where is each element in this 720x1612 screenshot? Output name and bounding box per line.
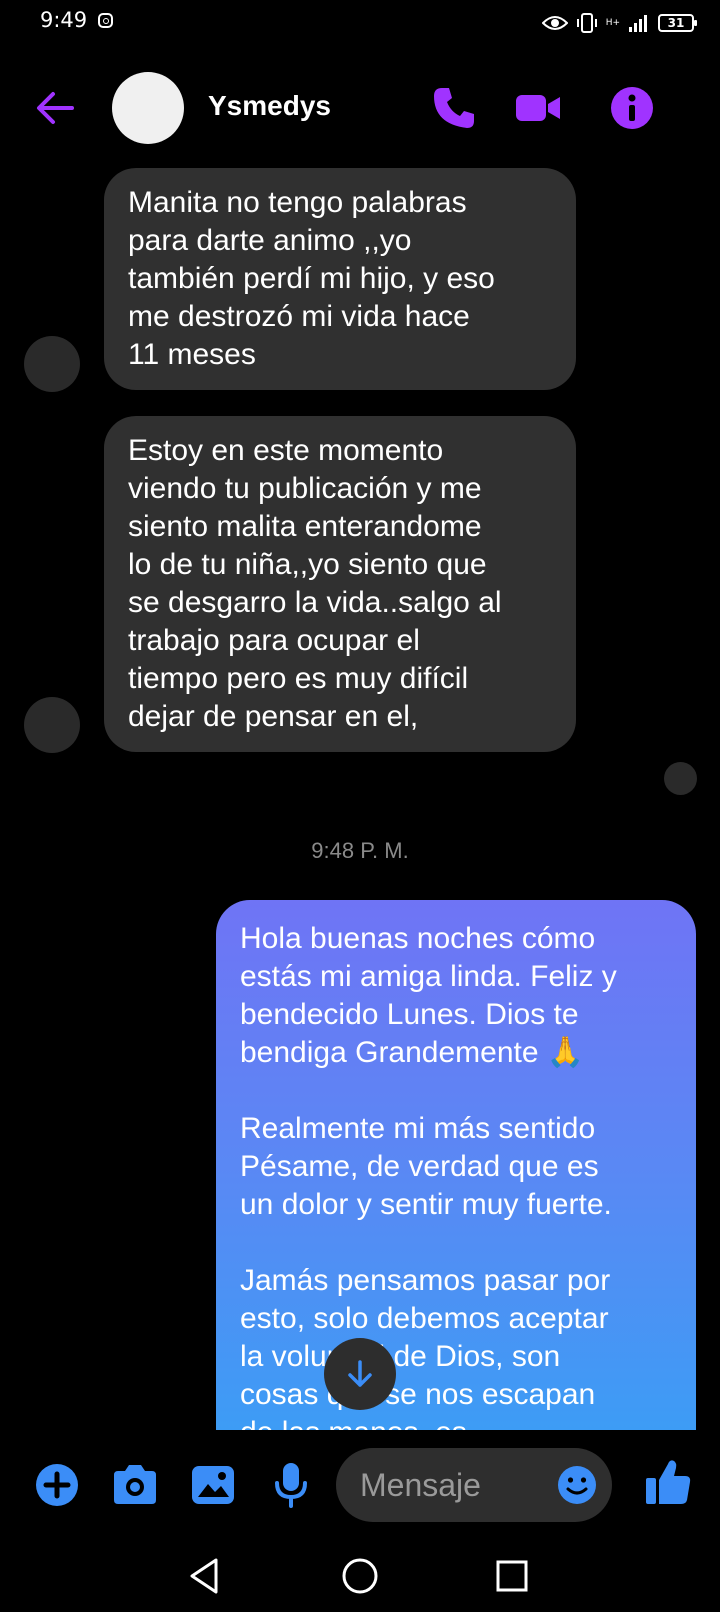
sender-avatar[interactable]: [24, 697, 80, 753]
thumbs-up-icon[interactable]: [644, 1456, 692, 1508]
plus-icon[interactable]: [32, 1460, 82, 1510]
battery-indicator: 31: [658, 14, 697, 32]
mic-icon[interactable]: [266, 1460, 316, 1510]
status-icons: H+ 31: [541, 10, 697, 36]
instagram-notification-icon: [98, 13, 113, 28]
nav-back-icon[interactable]: [184, 1554, 228, 1598]
eye-icon: [541, 16, 568, 30]
status-time: 9:49: [40, 8, 88, 32]
scroll-to-bottom-button[interactable]: [324, 1338, 396, 1410]
nav-recents-icon[interactable]: [490, 1554, 534, 1598]
signal-icon: [629, 15, 647, 32]
seen-indicator-avatar: [664, 762, 697, 795]
arrow-down-icon: [348, 1360, 372, 1387]
nav-home-icon[interactable]: [338, 1554, 382, 1598]
arrow-left-icon[interactable]: [34, 87, 76, 129]
incoming-message[interactable]: Manita no tengo palabras para darte anim…: [104, 168, 576, 390]
message-timestamp: 9:48 P. M.: [311, 838, 409, 863]
message-composer: [0, 1430, 720, 1540]
network-label: H+: [605, 17, 620, 28]
phone-icon[interactable]: [430, 84, 478, 132]
vibrate-icon: [576, 13, 597, 33]
emoji-icon[interactable]: [556, 1464, 598, 1506]
image-icon[interactable]: [188, 1460, 238, 1510]
contact-avatar[interactable]: [112, 72, 184, 144]
camera-icon[interactable]: [110, 1460, 160, 1510]
chat-header: Ysmedys: [0, 60, 720, 156]
network-type: H+: [605, 17, 620, 28]
sender-avatar[interactable]: [24, 336, 80, 392]
contact-name[interactable]: Ysmedys: [208, 90, 331, 122]
status-bar: 9:49 H+ 31: [0, 0, 720, 46]
battery-level: 31: [667, 16, 685, 30]
video-icon[interactable]: [514, 84, 562, 132]
outgoing-message[interactable]: Hola buenas noches cómo estás mi amiga l…: [216, 900, 696, 1430]
info-icon[interactable]: [608, 84, 656, 132]
system-navigation-bar: [0, 1540, 720, 1612]
incoming-message[interactable]: Estoy en este momento viendo tu publicac…: [104, 416, 576, 752]
